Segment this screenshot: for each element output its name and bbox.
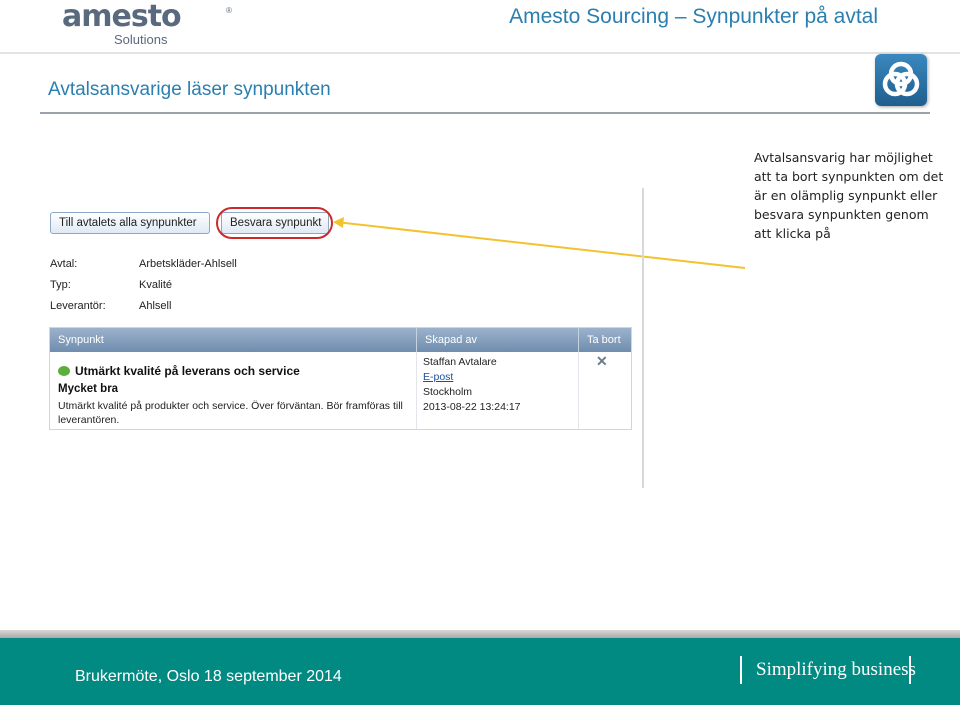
type-value: Kvalité bbox=[139, 279, 173, 291]
amesto-logo: amesto ® Solutions bbox=[62, 0, 237, 48]
footer-divider bbox=[740, 656, 742, 684]
created-timestamp: 2013-08-22 13:24:17 bbox=[423, 401, 521, 413]
highlight-ring bbox=[216, 207, 333, 239]
created-by-name: Staffan Avtalare bbox=[423, 356, 497, 368]
contract-label: Avtal: bbox=[50, 258, 78, 270]
delete-x-icon[interactable]: ✕ bbox=[596, 354, 610, 368]
created-by-city: Stockholm bbox=[423, 386, 473, 398]
contract-value: Arbetskläder-Ahlsell bbox=[139, 258, 237, 270]
type-label: Typ: bbox=[50, 279, 71, 291]
feedback-body: Utmärkt kvalité på produkter och service… bbox=[58, 400, 403, 426]
speech-bubble-icon bbox=[58, 366, 70, 376]
supplier-label: Leverantör: bbox=[50, 300, 106, 312]
callout-text: Avtalsansvarig har möjlighet att ta bort… bbox=[754, 150, 944, 241]
col-header-delete: Ta bort bbox=[578, 328, 631, 352]
col-header-created-by: Skapad av bbox=[416, 328, 578, 352]
email-link[interactable]: E-post bbox=[423, 371, 453, 383]
footer: Brukermöte, Oslo 18 september 2014 Simpl… bbox=[0, 638, 960, 705]
column-divider bbox=[416, 352, 417, 429]
feedback-title-cell: Utmärkt kvalité på leverans och service bbox=[58, 364, 300, 378]
supplier-value: Ahlsell bbox=[139, 300, 172, 312]
feedback-rating: Mycket bra bbox=[58, 383, 119, 395]
all-feedback-button[interactable]: Till avtalets alla synpunkter bbox=[50, 212, 210, 234]
feedback-table: Synpunkt Skapad av Ta bort Utmärkt kvali… bbox=[49, 327, 632, 430]
amesto-badge-icon bbox=[875, 54, 927, 106]
header-title: Amesto Sourcing – Synpunkter på avtal bbox=[509, 5, 878, 28]
footer-divider bbox=[909, 656, 911, 684]
slide-title: Avtalsansvarige läser synpunkten bbox=[48, 79, 331, 100]
logo-registered-mark: ® bbox=[226, 6, 232, 15]
footer-strip bbox=[0, 630, 960, 638]
table-header: Synpunkt Skapad av Ta bort bbox=[50, 328, 631, 352]
logo-wordmark: amesto bbox=[62, 0, 182, 34]
footer-text: Brukermöte, Oslo 18 september 2014 bbox=[75, 668, 342, 685]
column-divider bbox=[578, 352, 579, 429]
header-divider bbox=[0, 52, 960, 54]
title-underline bbox=[40, 112, 930, 114]
screenshot-edge bbox=[642, 188, 644, 488]
logo-subtitle: Solutions bbox=[114, 32, 168, 47]
col-header-feedback: Synpunkt bbox=[58, 334, 104, 346]
footer-slogan: Simplifying business bbox=[756, 659, 916, 680]
feedback-title: Utmärkt kvalité på leverans och service bbox=[75, 364, 300, 378]
